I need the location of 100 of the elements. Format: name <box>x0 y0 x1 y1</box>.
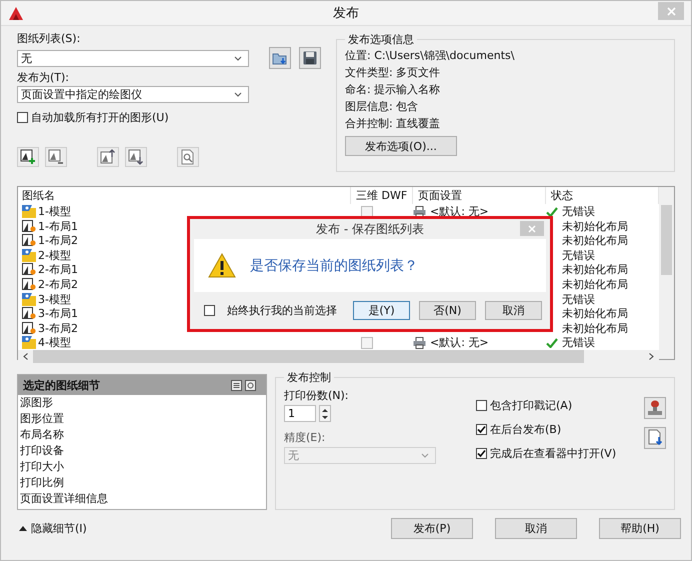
checkbox[interactable] <box>476 424 487 434</box>
detail-item: 页面设置详细信息 <box>19 491 109 507</box>
detail-item: 布局名称 <box>19 427 65 443</box>
plot-stamp-button[interactable] <box>644 397 666 419</box>
model-icon <box>22 205 36 218</box>
status-text: 未初始化布局 <box>562 262 628 278</box>
layout-icon <box>22 278 36 291</box>
sheet-name: 2-布局2 <box>38 276 78 292</box>
model-icon <box>22 248 36 262</box>
status-text: 无错误 <box>562 248 595 263</box>
sheet-name: 2-布局1 <box>38 262 78 278</box>
column-header[interactable]: 页面设置 <box>413 187 546 204</box>
move-up-button[interactable] <box>97 147 119 167</box>
checkbox-label: 完成后在查看器中打开(V) <box>490 446 616 460</box>
list-view-icon[interactable] <box>231 380 242 390</box>
dialog-button[interactable]: 取消 <box>495 518 577 539</box>
sheet-name: 1-布局1 <box>38 218 78 234</box>
detail-item: 打印设备 <box>19 443 65 459</box>
scroll-right-icon <box>649 352 654 360</box>
sheet-list-label: 图纸列表(S): <box>17 32 82 46</box>
page-setup-text: <默认: 无> <box>430 204 489 219</box>
move-down-button[interactable] <box>125 147 147 167</box>
status-text: 无错误 <box>562 335 595 350</box>
warning-icon <box>208 253 236 278</box>
status-text: 未初始化布局 <box>562 276 628 292</box>
panel-title: 选定的图纸细节 <box>23 378 101 392</box>
close-icon <box>528 224 536 232</box>
column-header[interactable]: 图纸名 <box>18 187 351 204</box>
checkbox-label: 包含打印戳记(A) <box>490 398 572 412</box>
remove-sheets-button[interactable] <box>45 147 67 167</box>
triangle-up-icon <box>19 526 27 531</box>
group-title: 发布选项信息 <box>347 32 415 47</box>
dialog-button[interactable]: 帮助(H) <box>599 518 681 539</box>
chevron-down-icon <box>421 453 429 458</box>
dialog-message: 是否保存当前的图纸列表？ <box>250 256 418 274</box>
dialog-button[interactable]: 发布(P) <box>391 518 473 539</box>
status-text: 无错误 <box>562 204 595 219</box>
horizontal-scrollbar[interactable] <box>18 350 659 363</box>
layout-icon <box>22 322 36 335</box>
detail-item: 图形位置 <box>19 411 65 427</box>
checkbox-label: 在后台发布(B) <box>490 422 562 436</box>
model-icon <box>22 292 36 306</box>
dialog-button[interactable]: 否(N) <box>419 301 476 320</box>
add-sheets-button[interactable] <box>17 147 39 167</box>
status-text: 未初始化布局 <box>562 320 628 336</box>
layout-icon <box>22 307 36 320</box>
checkbox[interactable] <box>17 112 28 122</box>
checkbox-label: 始终执行我的当前选择 <box>227 303 337 318</box>
vertical-scrollbar[interactable] <box>659 187 674 359</box>
page-setup-text: <默认: 无> <box>430 335 489 350</box>
printer-icon <box>413 336 426 349</box>
status-text: 未初始化布局 <box>562 306 628 322</box>
save-button[interactable] <box>299 47 321 69</box>
spin-buttons[interactable] <box>319 405 331 422</box>
export-file-button[interactable] <box>644 427 666 449</box>
dialog-button[interactable]: 是(Y) <box>353 301 410 320</box>
checkbox[interactable] <box>476 448 487 458</box>
model-icon <box>22 336 36 350</box>
window-title: 发布 <box>333 5 359 22</box>
scroll-left-icon <box>23 352 28 360</box>
save-icon <box>302 50 318 66</box>
sheet-name: 1-布局2 <box>38 233 78 248</box>
chevron-down-icon <box>234 56 242 60</box>
detail-item: 打印大小 <box>19 459 65 475</box>
publish-options-button[interactable]: 发布选项(O)... <box>345 136 457 156</box>
dialog-title: 发布 - 保存图纸列表 <box>316 220 424 238</box>
info-line: 位置: C:\Users\锦强\documents\ <box>345 48 516 64</box>
sheet-name: 2-模型 <box>38 248 71 263</box>
preview-button[interactable] <box>177 147 199 167</box>
info-line: 命名: 提示输入名称 <box>345 82 442 98</box>
checkbox[interactable] <box>476 400 487 410</box>
status-text: 未初始化布局 <box>562 233 628 248</box>
layout-icon <box>22 220 36 233</box>
checkbox[interactable] <box>361 336 373 349</box>
checkbox[interactable] <box>361 206 373 218</box>
hide-details-toggle[interactable]: 隐藏细节(I) <box>19 521 87 536</box>
layout-icon <box>22 263 36 276</box>
layout-icon <box>22 234 36 248</box>
detail-item: 打印比例 <box>19 475 65 491</box>
sheet-name: 3-模型 <box>38 292 71 307</box>
publish-to-label: 发布为(T): <box>17 71 70 85</box>
status-text: 无错误 <box>562 292 595 307</box>
group-title: 发布控制 <box>286 370 332 385</box>
copies-field[interactable]: 1 <box>284 405 316 422</box>
dialog-button[interactable]: 取消 <box>485 301 542 320</box>
info-line: 合并控制: 直线覆盖 <box>345 116 442 132</box>
sheet-name: 3-布局1 <box>38 306 78 322</box>
sheet-name: 1-模型 <box>38 204 71 219</box>
sheet-list-dropdown[interactable]: 无 <box>17 50 249 66</box>
info-line: 文件类型: 多页文件 <box>345 65 442 81</box>
info-line: 图层信息: 包含 <box>345 99 420 115</box>
app-logo-icon <box>9 6 23 20</box>
sheet-name: 4-模型 <box>38 335 71 350</box>
publish-to-dropdown[interactable]: 页面设置中指定的绘图仪 <box>17 86 249 103</box>
precision-label: 精度(E): <box>284 431 326 445</box>
sheet-name: 3-布局2 <box>38 320 78 336</box>
column-header[interactable]: 三维 DWF <box>351 187 413 204</box>
load-sheet-list-button[interactable] <box>269 47 291 69</box>
chevron-down-icon <box>234 92 242 97</box>
checkbox[interactable] <box>204 305 215 316</box>
